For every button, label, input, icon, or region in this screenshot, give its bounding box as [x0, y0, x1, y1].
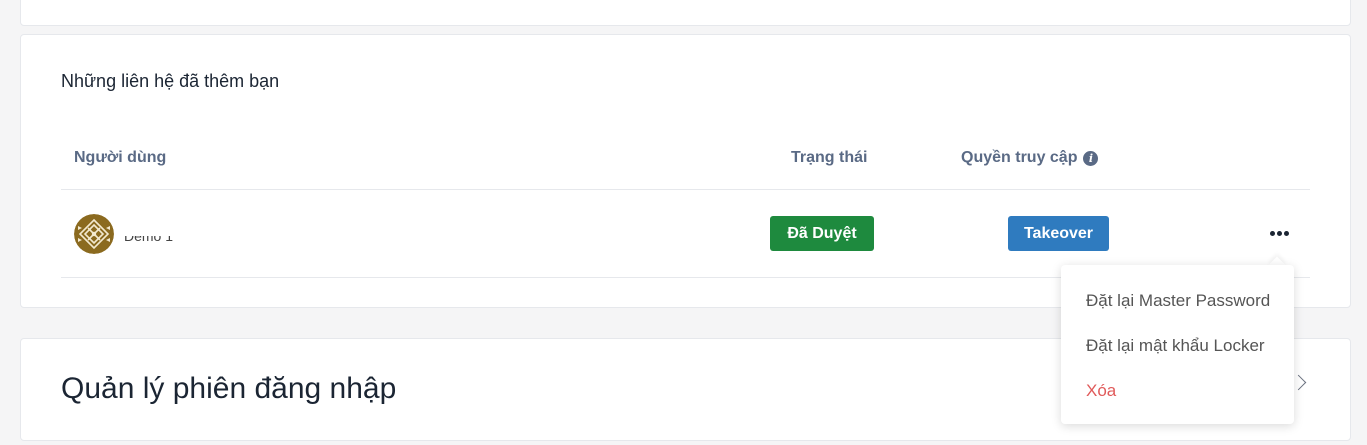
- takeover-button[interactable]: Takeover: [1008, 216, 1109, 251]
- more-horizontal-icon: [1269, 230, 1275, 236]
- column-header-user: Người dùng: [74, 149, 167, 166]
- divider: [61, 25, 1310, 26]
- user-name: Demo 1: [124, 236, 174, 244]
- previous-section-card: [20, 0, 1351, 26]
- menu-item-reset-locker-password[interactable]: Đặt lại mật khẩu Locker: [1086, 336, 1265, 356]
- status-badge: Đã Duyệt: [770, 216, 874, 251]
- column-header-access-label: Quyền truy cập: [961, 149, 1078, 166]
- more-options-button[interactable]: [1266, 223, 1292, 243]
- column-header-status: Trạng thái: [791, 149, 868, 166]
- menu-item-delete[interactable]: Xóa: [1086, 381, 1116, 401]
- contacts-table: Người dùng Trạng thái Quyền truy cập i D…: [61, 131, 1310, 278]
- info-icon[interactable]: i: [1083, 150, 1099, 166]
- avatar: [74, 214, 114, 254]
- row-actions-menu: Đặt lại Master Password Đặt lại mật khẩu…: [1061, 265, 1294, 424]
- section-title: Những liên hệ đã thêm bạn: [61, 71, 280, 91]
- table-header: Người dùng Trạng thái Quyền truy cập i: [61, 131, 1310, 190]
- column-header-access: Quyền truy cập i: [961, 149, 1099, 167]
- sessions-title: Quản lý phiên đăng nhập: [61, 372, 397, 405]
- menu-item-reset-master-password[interactable]: Đặt lại Master Password: [1086, 291, 1270, 311]
